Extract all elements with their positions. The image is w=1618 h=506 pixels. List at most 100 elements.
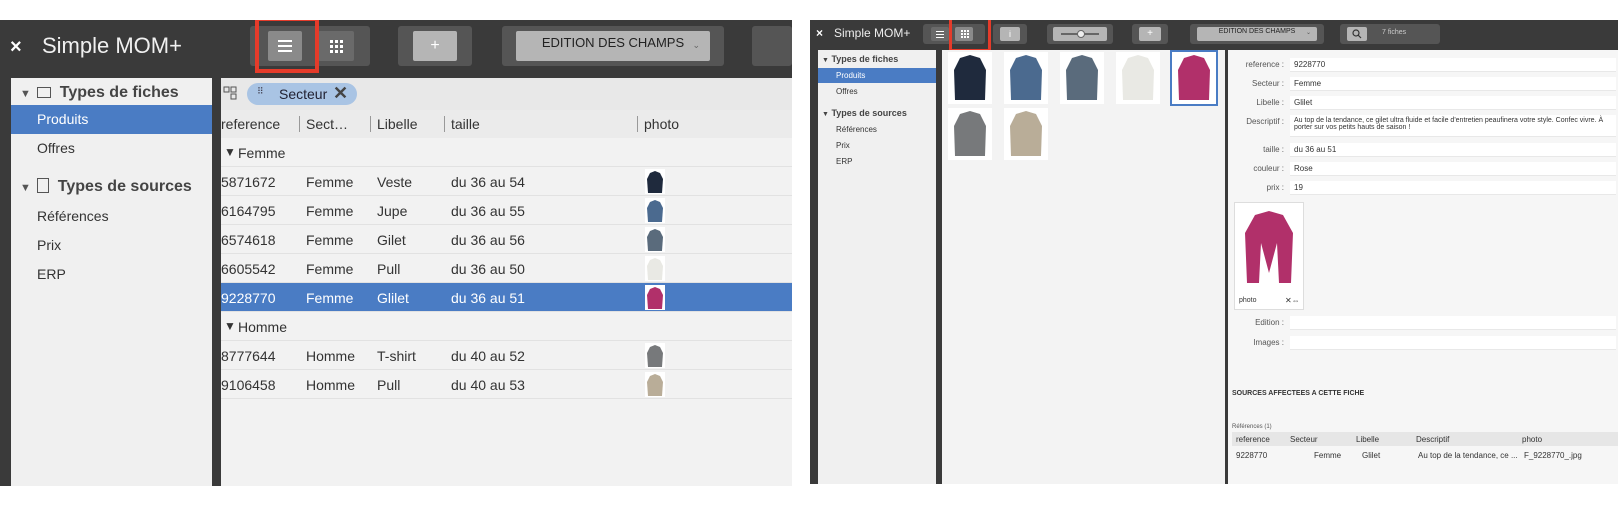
grid-icon — [961, 30, 969, 38]
grid-thumbnail[interactable] — [948, 52, 992, 104]
triangle-down-icon: ▼ — [20, 182, 31, 194]
triangle-down-icon: ▼ — [224, 319, 236, 333]
info-group: i — [993, 24, 1027, 44]
sidebar-item-erp[interactable]: ERP — [11, 260, 212, 289]
group-row[interactable]: ▼ Homme — [221, 312, 792, 341]
field-label: reference : — [1245, 60, 1284, 69]
col-separator — [637, 116, 638, 132]
field-value[interactable]: Glilet — [1290, 96, 1616, 110]
table-col-header[interactable]: photo — [1522, 435, 1542, 444]
info-button[interactable]: i — [1000, 27, 1020, 41]
list-view-button[interactable] — [931, 27, 949, 41]
chevron-down-icon: ⌄ — [692, 40, 700, 50]
types-fiches-label: Types de fiches — [831, 54, 899, 64]
types-fiches-header[interactable]: ▼ Types de fiches — [20, 84, 179, 102]
field-value[interactable]: Au top de la tendance, ce gilet ultra fl… — [1290, 115, 1616, 137]
table-row[interactable]: 8777644 Homme T-shirt du 40 au 52 — [221, 341, 792, 370]
add-button[interactable]: + — [413, 31, 457, 61]
sidebar-item-produits[interactable]: Produits — [11, 105, 212, 134]
zoom-slider[interactable] — [1053, 27, 1107, 41]
grid-view-button[interactable] — [318, 31, 354, 61]
cell-reference: 9228770 — [221, 290, 276, 306]
sidebar-item-produits[interactable]: Produits — [818, 68, 936, 83]
field-value[interactable]: 9228770 — [1290, 58, 1616, 72]
cell-secteur: Femme — [306, 261, 354, 277]
slider-thumb[interactable] — [1077, 30, 1085, 38]
types-sources-header[interactable]: ▼ Types de sources — [20, 178, 192, 196]
close-icon[interactable]: × — [10, 36, 22, 59]
group-label: Femme — [238, 145, 286, 161]
grid-thumbnail[interactable] — [1004, 108, 1048, 160]
edition-dropdown[interactable]: EDITION DES CHAMPS ⌄ — [516, 31, 710, 61]
table-col-header[interactable]: Descriptif — [1416, 435, 1449, 444]
refs-count: Références (1) — [1232, 424, 1272, 430]
sidebar-item-offres[interactable]: Offres — [818, 84, 936, 99]
cell-taille: du 40 au 52 — [451, 348, 525, 364]
field-value[interactable]: 19 — [1290, 181, 1616, 195]
sidebar-item-references[interactable]: Références — [818, 122, 936, 137]
grouping-icon[interactable] — [223, 86, 237, 100]
field-value[interactable] — [1290, 336, 1616, 350]
sidebar-item-prix[interactable]: Prix — [818, 138, 936, 153]
photo-field[interactable]: photo ✕⇔ — [1234, 202, 1304, 310]
grid-thumbnail[interactable] — [1170, 50, 1218, 106]
grid-thumbnail[interactable] — [1004, 52, 1048, 104]
field-label: Images : — [1253, 338, 1284, 347]
group-row[interactable]: ▼ Femme — [221, 138, 792, 167]
cell-reference: 8777644 — [221, 348, 276, 364]
grid-thumbnail[interactable] — [948, 108, 992, 160]
cell-libelle: Glilet — [377, 290, 409, 306]
grid-icon — [330, 40, 343, 53]
types-sources-header[interactable]: ▼ Types de sources — [822, 108, 907, 118]
table-row[interactable]: 6605542 Femme Pull du 36 au 50 — [221, 254, 792, 283]
field-value[interactable]: Rose — [1290, 162, 1616, 176]
col-separator — [444, 116, 445, 132]
table-col-header[interactable]: reference — [1236, 435, 1270, 444]
edition-group: EDITION DES CHAMPS ⌄ — [502, 26, 724, 66]
add-button[interactable]: + — [1139, 27, 1161, 41]
drag-handle-icon[interactable]: ⠿ — [257, 86, 264, 97]
table-row[interactable]: 6574618 Femme Gilet du 36 au 56 — [221, 225, 792, 254]
remove-photo-icon[interactable]: ✕⇔ — [1285, 296, 1300, 305]
product-thumbnail — [645, 169, 665, 194]
sidebar-item-references[interactable]: Références — [11, 202, 212, 231]
cell-reference: 5871672 — [221, 174, 276, 190]
list-icon — [278, 40, 292, 52]
field-value[interactable]: du 36 au 51 — [1290, 143, 1616, 157]
field-value[interactable]: Femme — [1290, 77, 1616, 91]
sidebar-item-prix[interactable]: Prix — [11, 231, 212, 260]
grid-thumbnail[interactable] — [1116, 52, 1160, 104]
sources-table-row[interactable]: 9228770 Femme Glilet Au top de la tendance,… — [1232, 448, 1618, 462]
field-value[interactable] — [1290, 316, 1616, 330]
col-secteur[interactable]: Sect… — [306, 116, 348, 132]
table-col-header[interactable]: Secteur — [1290, 435, 1318, 444]
grid-thumbnail[interactable] — [1060, 52, 1104, 104]
sidebar-item-offres[interactable]: Offres — [11, 134, 212, 163]
types-sources-label: Types de sources — [831, 108, 907, 118]
sidebar-item-erp[interactable]: ERP — [818, 154, 936, 169]
grid-view-button[interactable] — [955, 27, 973, 41]
field-label: Libelle : — [1256, 98, 1284, 107]
cell-taille: du 36 au 50 — [451, 261, 525, 277]
cell-reference: 9106458 — [221, 377, 276, 393]
col-taille[interactable]: taille — [451, 116, 480, 132]
close-icon[interactable]: × — [816, 26, 823, 40]
table-row[interactable]: 9106458 Homme Pull du 40 au 53 — [221, 370, 792, 399]
secteur-chip[interactable]: ⠿ Secteur ✕ — [247, 83, 357, 105]
edition-dropdown[interactable]: EDITION DES CHAMPS ⌄ — [1197, 27, 1317, 41]
col-photo[interactable]: photo — [644, 116, 679, 132]
table-row[interactable]: 9228770 Femme Glilet du 36 au 51 — [221, 283, 792, 312]
types-fiches-header[interactable]: ▼ Types de fiches — [822, 54, 898, 64]
cell-libelle: Pull — [377, 377, 401, 393]
table-col-header[interactable]: Libelle — [1356, 435, 1379, 444]
product-thumbnail — [645, 343, 665, 368]
remove-chip-icon[interactable]: ✕ — [333, 83, 348, 104]
table-row[interactable]: 6164795 Femme Jupe du 36 au 55 — [221, 196, 792, 225]
field-label: couleur : — [1253, 164, 1284, 173]
col-reference[interactable]: reference — [221, 116, 280, 132]
list-view-button[interactable] — [268, 31, 302, 61]
search-button[interactable] — [1347, 27, 1367, 41]
table-row[interactable]: 5871672 Femme Veste du 36 au 54 — [221, 167, 792, 196]
product-thumbnail — [645, 256, 665, 281]
col-libelle[interactable]: Libelle — [377, 116, 417, 132]
